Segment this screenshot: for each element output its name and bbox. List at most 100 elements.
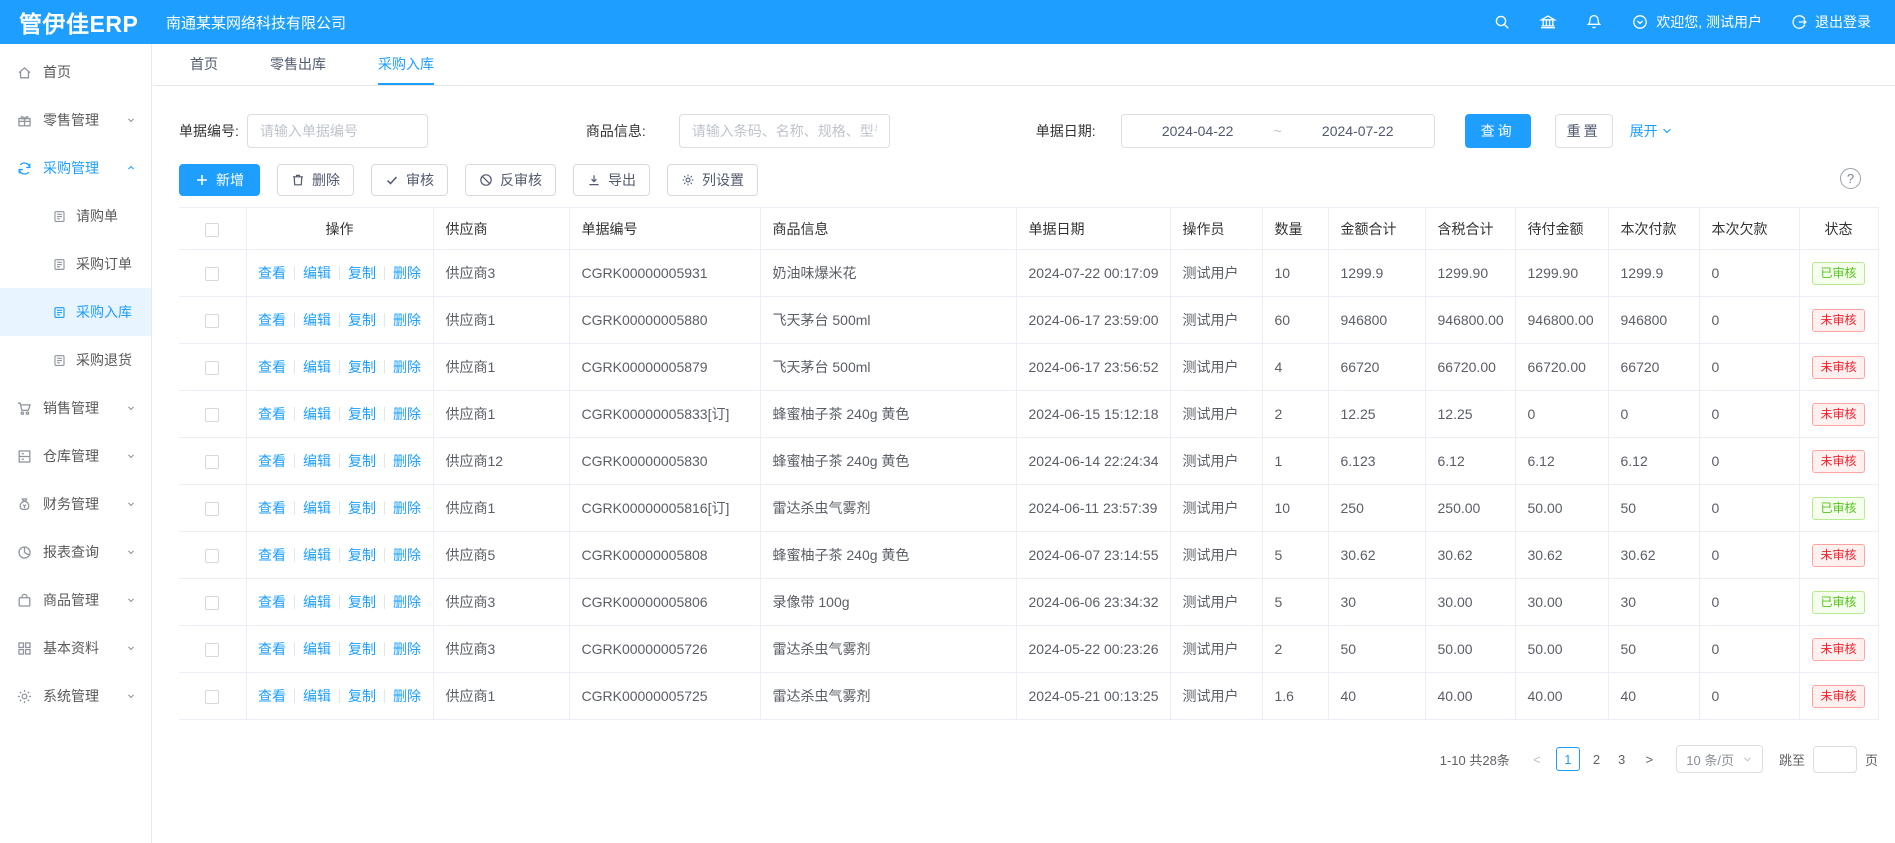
copy-link[interactable]: 复制: [339, 501, 384, 515]
unapprove-button[interactable]: 反审核: [465, 164, 556, 196]
search-icon[interactable]: [1493, 13, 1511, 31]
sidebar-item-purchase-order[interactable]: 采购订单: [0, 240, 151, 288]
edit-link[interactable]: 编辑: [294, 454, 339, 468]
tab-home[interactable]: 首页: [190, 44, 218, 85]
edit-link[interactable]: 编辑: [294, 407, 339, 421]
product-info-input[interactable]: [679, 114, 890, 148]
jump-page-input[interactable]: [1813, 746, 1857, 773]
sidebar-item-base-data[interactable]: 基本资料: [0, 624, 151, 672]
delete-link[interactable]: 删除: [384, 313, 429, 327]
page-button-1[interactable]: 1: [1556, 747, 1580, 771]
view-link[interactable]: 查看: [250, 313, 294, 327]
sidebar-item-goods-mgmt[interactable]: 商品管理: [0, 576, 151, 624]
sidebar-item-warehouse-mgmt[interactable]: 仓库管理: [0, 432, 151, 480]
sidebar-item-sales-mgmt[interactable]: 销售管理: [0, 384, 151, 432]
prev-page-button[interactable]: <: [1526, 752, 1548, 767]
sidebar-item-finance-mgmt[interactable]: 财务管理: [0, 480, 151, 528]
copy-link[interactable]: 复制: [339, 407, 384, 421]
expand-toggle[interactable]: 展开: [1630, 121, 1673, 141]
approve-button[interactable]: 审核: [371, 164, 448, 196]
delete-link[interactable]: 删除: [384, 454, 429, 468]
edit-link[interactable]: 编辑: [294, 266, 339, 280]
delete-link[interactable]: 删除: [384, 360, 429, 374]
view-link[interactable]: 查看: [250, 407, 294, 421]
date-range-picker[interactable]: 2024-04-22 ~ 2024-07-22: [1121, 114, 1435, 148]
view-link[interactable]: 查看: [250, 595, 294, 609]
view-link[interactable]: 查看: [250, 454, 294, 468]
logout-button[interactable]: 退出登录: [1790, 12, 1871, 32]
page-button-2[interactable]: 2: [1588, 752, 1605, 767]
edit-link[interactable]: 编辑: [294, 548, 339, 562]
row-checkbox[interactable]: [205, 361, 219, 375]
copy-link[interactable]: 复制: [339, 642, 384, 656]
delete-link[interactable]: 删除: [384, 501, 429, 515]
sidebar-item-report-query[interactable]: 报表查询: [0, 528, 151, 576]
delete-link[interactable]: 删除: [384, 266, 429, 280]
edit-link[interactable]: 编辑: [294, 360, 339, 374]
copy-link[interactable]: 复制: [339, 266, 384, 280]
row-checkbox[interactable]: [205, 455, 219, 469]
paid-cell: 30.62: [1608, 532, 1699, 579]
tab-retail-outbound[interactable]: 零售出库: [270, 44, 326, 85]
view-link[interactable]: 查看: [250, 266, 294, 280]
copy-link[interactable]: 复制: [339, 595, 384, 609]
copy-link[interactable]: 复制: [339, 313, 384, 327]
amount-total-cell: 40: [1328, 673, 1425, 720]
page-size-select[interactable]: 10 条/页: [1676, 745, 1763, 773]
row-checkbox[interactable]: [205, 502, 219, 516]
next-page-button[interactable]: >: [1638, 752, 1660, 767]
row-checkbox[interactable]: [205, 643, 219, 657]
edit-link[interactable]: 编辑: [294, 501, 339, 515]
sidebar-item-retail-mgmt[interactable]: 零售管理: [0, 96, 151, 144]
date-to-value[interactable]: 2024-07-22: [1322, 123, 1394, 139]
bell-icon[interactable]: [1585, 13, 1603, 31]
row-checkbox[interactable]: [205, 596, 219, 610]
bill-no-input[interactable]: [247, 114, 428, 148]
edit-link[interactable]: 编辑: [294, 595, 339, 609]
status-badge: 已审核: [1812, 591, 1864, 614]
edit-link[interactable]: 编辑: [294, 689, 339, 703]
copy-link[interactable]: 复制: [339, 689, 384, 703]
row-checkbox[interactable]: [205, 690, 219, 704]
view-link[interactable]: 查看: [250, 501, 294, 515]
row-checkbox[interactable]: [205, 549, 219, 563]
tab-purchase-inbound[interactable]: 采购入库: [378, 44, 434, 85]
sidebar-item-purchase-return[interactable]: 采购退货: [0, 336, 151, 384]
select-all-checkbox[interactable]: [205, 223, 219, 237]
sidebar-item-system-mgmt[interactable]: 系统管理: [0, 672, 151, 720]
sidebar-item-purchase-inbound[interactable]: 采购入库: [0, 288, 151, 336]
search-button[interactable]: 查询: [1465, 114, 1531, 148]
reset-button[interactable]: 重置: [1555, 114, 1613, 148]
help-icon[interactable]: ?: [1840, 168, 1861, 189]
view-link[interactable]: 查看: [250, 548, 294, 562]
column-settings-button[interactable]: 列设置: [667, 164, 758, 196]
operator-cell: 测试用户: [1170, 532, 1262, 579]
edit-link[interactable]: 编辑: [294, 642, 339, 656]
add-button[interactable]: 新增: [179, 164, 260, 196]
view-link[interactable]: 查看: [250, 642, 294, 656]
row-checkbox[interactable]: [205, 267, 219, 281]
delete-link[interactable]: 删除: [384, 548, 429, 562]
export-button[interactable]: 导出: [573, 164, 650, 196]
row-checkbox[interactable]: [205, 314, 219, 328]
view-link[interactable]: 查看: [250, 689, 294, 703]
sidebar-item-purchase-request[interactable]: 请购单: [0, 192, 151, 240]
edit-link[interactable]: 编辑: [294, 313, 339, 327]
copy-link[interactable]: 复制: [339, 454, 384, 468]
delete-link[interactable]: 删除: [384, 689, 429, 703]
page-button-3[interactable]: 3: [1613, 752, 1630, 767]
row-checkbox[interactable]: [205, 408, 219, 422]
copy-link[interactable]: 复制: [339, 360, 384, 374]
view-link[interactable]: 查看: [250, 360, 294, 374]
delete-link[interactable]: 删除: [384, 642, 429, 656]
copy-link[interactable]: 复制: [339, 548, 384, 562]
delete-link[interactable]: 删除: [384, 595, 429, 609]
sidebar-item-home[interactable]: 首页: [0, 48, 151, 96]
user-menu[interactable]: 欢迎您, 测试用户: [1631, 12, 1762, 32]
table-row: 查看 编辑 复制 删除 供应商1 CGRK00000005880 飞天茅台 50…: [179, 297, 1878, 344]
delete-link[interactable]: 删除: [384, 407, 429, 421]
date-from-value[interactable]: 2024-04-22: [1162, 123, 1234, 139]
sidebar-item-purchase-mgmt[interactable]: 采购管理: [0, 144, 151, 192]
bank-icon[interactable]: [1539, 13, 1557, 31]
delete-button[interactable]: 删除: [277, 164, 354, 196]
